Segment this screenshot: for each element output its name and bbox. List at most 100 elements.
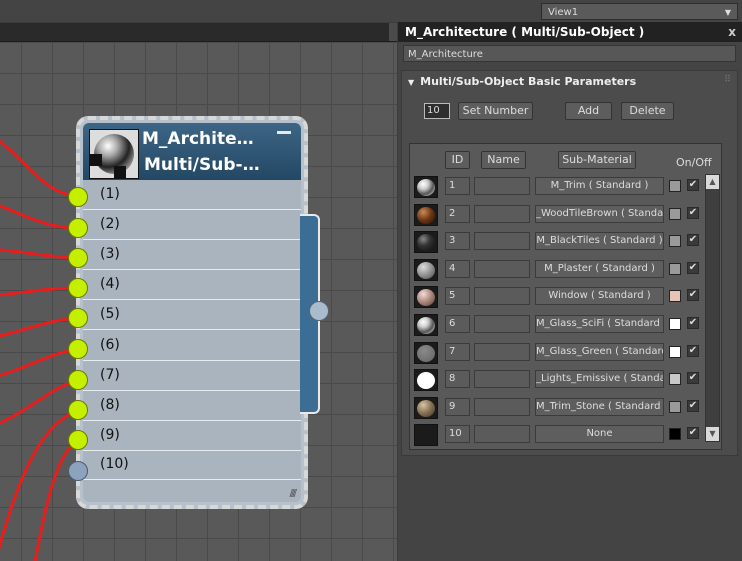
delete-button[interactable]: Delete	[621, 102, 674, 120]
material-swatch[interactable]	[414, 258, 438, 281]
id-cell[interactable]: 1	[445, 177, 470, 195]
material-node[interactable]: M_Archite… Multi/Sub-… (1) (2) (3) (4) (…	[76, 116, 308, 509]
resize-grip-icon[interactable]: ////	[290, 488, 298, 499]
input-port[interactable]	[68, 400, 88, 420]
view-dropdown[interactable]: View1 ▼	[541, 3, 738, 20]
on-off-checkbox[interactable]: ✔	[687, 289, 699, 302]
material-swatch[interactable]	[414, 396, 438, 419]
node-slot[interactable]: (3)	[83, 240, 301, 270]
sub-material-button[interactable]: None	[535, 425, 664, 444]
material-swatch[interactable]	[414, 176, 438, 198]
rollout-header[interactable]: ▼ Multi/Sub-Object Basic Parameters	[408, 75, 636, 88]
node-slot[interactable]: (5)	[83, 300, 301, 330]
input-port[interactable]	[68, 430, 88, 450]
on-off-checkbox[interactable]: ✔	[687, 179, 699, 191]
on-off-checkbox[interactable]: ✔	[687, 344, 699, 357]
material-swatch[interactable]	[414, 424, 438, 447]
color-swatch[interactable]	[669, 207, 681, 220]
input-port[interactable]	[68, 187, 88, 207]
on-off-checkbox[interactable]: ✔	[687, 372, 699, 385]
input-port[interactable]	[68, 370, 88, 390]
color-swatch[interactable]	[669, 345, 681, 358]
sub-material-button[interactable]: Window ( Standard )	[535, 287, 664, 306]
material-swatch[interactable]	[414, 369, 438, 392]
scroll-down-icon[interactable]: ▼	[706, 427, 719, 441]
id-cell[interactable]: 5	[445, 287, 470, 306]
node-slot[interactable]: (2)	[83, 210, 301, 240]
sub-material-button[interactable]: _WoodTileBrown ( Standard )	[535, 204, 664, 223]
color-swatch[interactable]	[669, 373, 681, 386]
sub-material-button[interactable]: M_Plaster ( Standard )	[535, 259, 664, 278]
sub-material-button[interactable]: M_Glass_Green ( Standard )	[535, 342, 664, 361]
scroll-up-icon[interactable]: ▲	[706, 175, 719, 189]
node-slot[interactable]: (8)	[83, 391, 301, 421]
id-cell[interactable]: 6	[445, 315, 470, 333]
color-swatch[interactable]	[669, 180, 681, 192]
id-cell[interactable]: 10	[445, 425, 470, 444]
sub-material-button[interactable]: M_Trim_Stone ( Standard )	[535, 397, 664, 416]
sub-material-button[interactable]: M_BlackTiles ( Standard )	[535, 232, 664, 251]
id-cell[interactable]: 2	[445, 204, 470, 223]
node-slot[interactable]: (1)	[83, 180, 301, 210]
id-cell[interactable]: 7	[445, 342, 470, 361]
color-swatch[interactable]	[669, 428, 681, 441]
input-port[interactable]	[68, 248, 88, 268]
input-port[interactable]	[68, 339, 88, 359]
name-cell[interactable]	[474, 287, 530, 306]
sub-material-button[interactable]: M_Glass_SciFi ( Standard )	[535, 315, 664, 333]
view-tab-handle[interactable]	[389, 23, 397, 41]
name-cell[interactable]	[474, 342, 530, 361]
color-swatch[interactable]	[669, 400, 681, 413]
input-port-empty[interactable]	[68, 461, 88, 481]
node-editor-viewport[interactable]: M_Archite… Multi/Sub-… (1) (2) (3) (4) (…	[0, 42, 397, 561]
number-input[interactable]: 10	[424, 103, 450, 119]
name-cell[interactable]	[474, 425, 530, 444]
node-slot[interactable]: (6)	[83, 331, 301, 361]
input-port[interactable]	[68, 308, 88, 328]
material-name-field[interactable]: M_Architecture	[403, 45, 736, 62]
input-port[interactable]	[68, 218, 88, 238]
on-off-checkbox[interactable]: ✔	[687, 427, 699, 440]
material-swatch[interactable]	[414, 203, 438, 226]
input-port[interactable]	[68, 278, 88, 298]
name-cell[interactable]	[474, 370, 530, 389]
material-swatch[interactable]	[414, 314, 438, 336]
sub-material-column-header[interactable]: Sub-Material	[558, 151, 636, 169]
name-column-header[interactable]: Name	[481, 151, 526, 169]
minimize-icon[interactable]	[277, 131, 291, 134]
table-scrollbar[interactable]: ▲ ▼	[705, 174, 720, 442]
add-button[interactable]: Add	[565, 102, 612, 120]
node-slot[interactable]: (7)	[83, 361, 301, 391]
node-header[interactable]: M_Archite… Multi/Sub-…	[83, 123, 301, 180]
name-cell[interactable]	[474, 315, 530, 333]
on-off-checkbox[interactable]: ✔	[687, 234, 699, 247]
id-cell[interactable]: 3	[445, 232, 470, 251]
name-cell[interactable]	[474, 232, 530, 251]
color-swatch[interactable]	[669, 235, 681, 248]
id-cell[interactable]: 8	[445, 370, 470, 389]
on-off-checkbox[interactable]: ✔	[687, 399, 699, 412]
material-swatch[interactable]	[414, 231, 438, 254]
name-cell[interactable]	[474, 177, 530, 195]
on-off-checkbox[interactable]: ✔	[687, 317, 699, 329]
name-cell[interactable]	[474, 204, 530, 223]
node-slot[interactable]: (10)	[83, 450, 301, 480]
material-swatch[interactable]	[414, 341, 438, 364]
name-cell[interactable]	[474, 259, 530, 278]
sub-material-button[interactable]: M_Trim ( Standard )	[535, 177, 664, 195]
close-icon[interactable]: x	[728, 22, 736, 42]
set-number-button[interactable]: Set Number	[458, 102, 533, 120]
sub-material-button[interactable]: _Lights_Emissive ( Standard )	[535, 370, 664, 389]
output-port[interactable]	[309, 301, 329, 321]
id-cell[interactable]: 9	[445, 397, 470, 416]
id-column-header[interactable]: ID	[445, 151, 470, 169]
on-off-checkbox[interactable]: ✔	[687, 261, 699, 274]
id-cell[interactable]: 4	[445, 259, 470, 278]
name-cell[interactable]	[474, 397, 530, 416]
color-swatch[interactable]	[669, 290, 681, 303]
on-off-checkbox[interactable]: ✔	[687, 206, 699, 219]
color-swatch[interactable]	[669, 318, 681, 330]
node-slot[interactable]: (4)	[83, 270, 301, 300]
material-swatch[interactable]	[414, 286, 438, 309]
color-swatch[interactable]	[669, 262, 681, 275]
